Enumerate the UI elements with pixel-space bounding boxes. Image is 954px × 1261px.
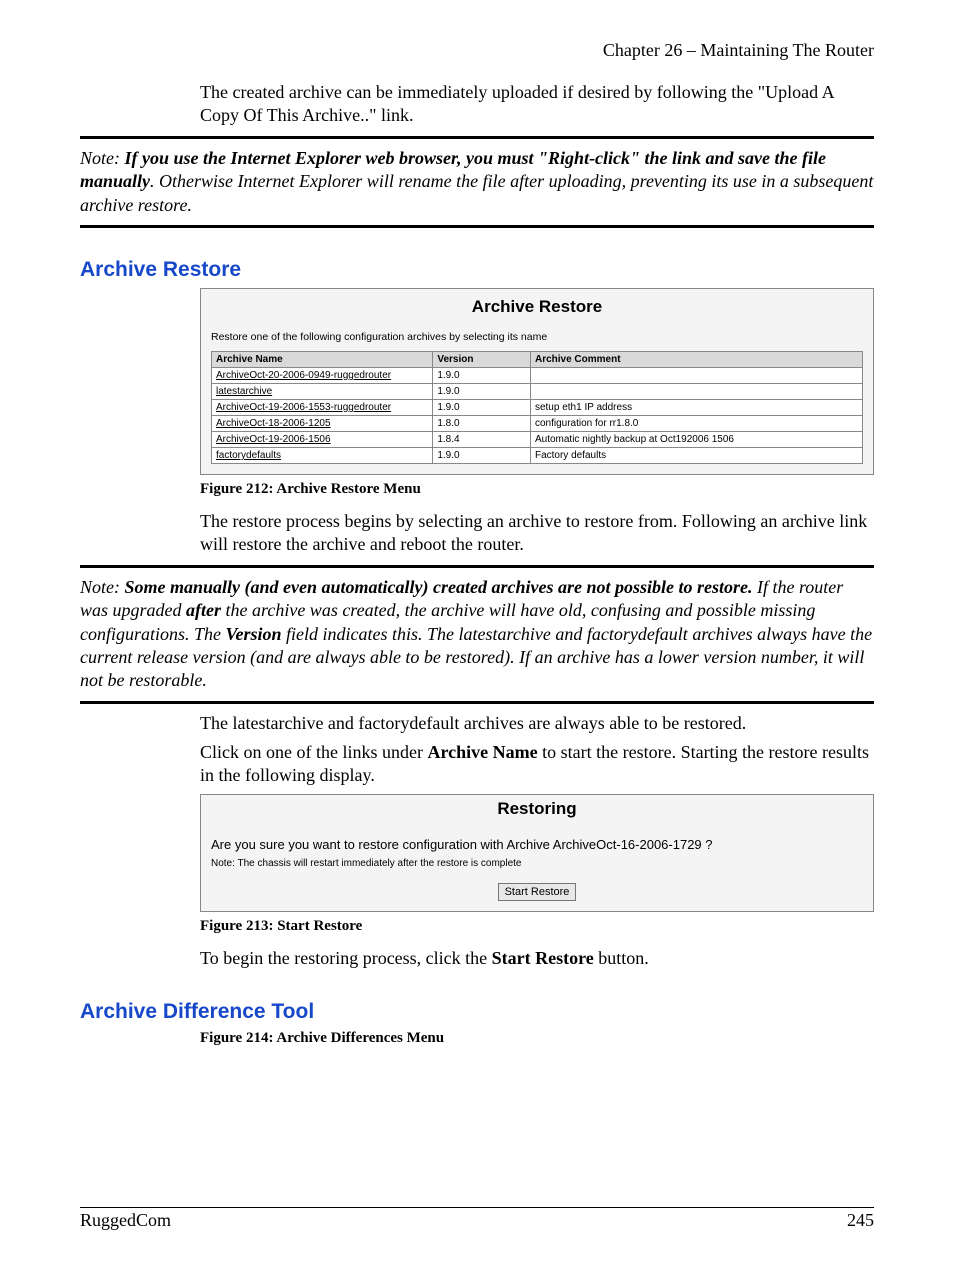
page-footer: RuggedCom 245 — [80, 1207, 874, 1231]
table-row: ArchiveOct-20-2006-0949-ruggedrouter 1.9… — [212, 367, 863, 383]
section-archive-restore-title: Archive Restore — [80, 258, 874, 282]
note-restore-warning: Note: Some manually (and even automatica… — [80, 576, 874, 693]
intro-paragraph: The created archive can be immediately u… — [80, 81, 874, 128]
figure-212-caption: Figure 212: Archive Restore Menu — [200, 481, 874, 498]
divider — [80, 225, 874, 228]
archive-link[interactable]: ArchiveOct-19-2006-1506 — [216, 434, 331, 445]
restoring-panel-title: Restoring — [211, 799, 863, 819]
th-version: Version — [433, 351, 531, 367]
table-row: ArchiveOct-19-2006-1553-ruggedrouter 1.9… — [212, 399, 863, 415]
archive-restore-panel-desc: Restore one of the following configurati… — [211, 331, 863, 343]
text: button. — [594, 948, 649, 968]
para-restore-process: The restore process begins by selecting … — [80, 510, 874, 557]
para-begin-restore: To begin the restoring process, click th… — [80, 947, 874, 970]
cell-comment — [530, 367, 862, 383]
restoring-question: Are you sure you want to restore configu… — [211, 837, 863, 852]
note-bold3: Version — [226, 624, 282, 644]
note-ie: Note: If you use the Internet Explorer w… — [80, 147, 874, 217]
bold-archive-name: Archive Name — [427, 742, 537, 762]
text: To begin the restoring process, click th… — [200, 948, 492, 968]
note-prefix: Note: — [80, 577, 125, 597]
figure-213-caption: Figure 213: Start Restore — [200, 918, 874, 935]
footer-page-number: 245 — [847, 1210, 874, 1231]
table-row: latestarchive 1.9.0 — [212, 383, 863, 399]
restoring-panel: Restoring Are you sure you want to resto… — [200, 794, 874, 912]
chapter-header: Chapter 26 – Maintaining The Router — [80, 40, 874, 61]
cell-version: 1.9.0 — [433, 399, 531, 415]
restoring-note: Note: The chassis will restart immediate… — [211, 858, 863, 869]
table-row: factorydefaults 1.9.0 Factory defaults — [212, 447, 863, 463]
archive-restore-panel-title: Archive Restore — [211, 297, 863, 317]
archive-link[interactable]: latestarchive — [216, 386, 272, 397]
table-row: ArchiveOct-18-2006-1205 1.8.0 configurat… — [212, 415, 863, 431]
text: Click on one of the links under — [200, 742, 427, 762]
th-archive-name: Archive Name — [212, 351, 433, 367]
cell-version: 1.9.0 — [433, 447, 531, 463]
archive-link[interactable]: factorydefaults — [216, 450, 281, 461]
archive-link[interactable]: ArchiveOct-19-2006-1553-ruggedrouter — [216, 402, 391, 413]
cell-comment: Factory defaults — [530, 447, 862, 463]
para-latest: The latestarchive and factorydefault arc… — [80, 712, 874, 735]
note-bold2: after — [186, 600, 221, 620]
divider — [80, 136, 874, 139]
cell-version: 1.9.0 — [433, 367, 531, 383]
para-click-link: Click on one of the links under Archive … — [80, 741, 874, 788]
table-row: ArchiveOct-19-2006-1506 1.8.4 Automatic … — [212, 431, 863, 447]
footer-left: RuggedCom — [80, 1210, 171, 1231]
bold-start-restore: Start Restore — [492, 948, 594, 968]
cell-comment — [530, 383, 862, 399]
archive-link[interactable]: ArchiveOct-18-2006-1205 — [216, 418, 331, 429]
cell-comment: setup eth1 IP address — [530, 399, 862, 415]
archive-restore-panel: Archive Restore Restore one of the follo… — [200, 288, 874, 475]
cell-version: 1.8.0 — [433, 415, 531, 431]
th-comment: Archive Comment — [530, 351, 862, 367]
start-restore-button[interactable]: Start Restore — [498, 883, 577, 901]
cell-comment: Automatic nightly backup at Oct192006 15… — [530, 431, 862, 447]
cell-version: 1.8.4 — [433, 431, 531, 447]
figure-214-caption: Figure 214: Archive Differences Menu — [200, 1030, 874, 1047]
archive-link[interactable]: ArchiveOct-20-2006-0949-ruggedrouter — [216, 370, 391, 381]
cell-comment: configuration for rr1.8.0 — [530, 415, 862, 431]
note-tail: . Otherwise Internet Explorer will renam… — [80, 171, 873, 214]
archive-table: Archive Name Version Archive Comment Arc… — [211, 351, 863, 464]
note-bold1: Some manually (and even automatically) c… — [125, 577, 753, 597]
divider — [80, 701, 874, 704]
note-prefix: Note: — [80, 148, 125, 168]
divider — [80, 565, 874, 568]
cell-version: 1.9.0 — [433, 383, 531, 399]
section-archive-diff-title: Archive Difference Tool — [80, 1000, 874, 1024]
